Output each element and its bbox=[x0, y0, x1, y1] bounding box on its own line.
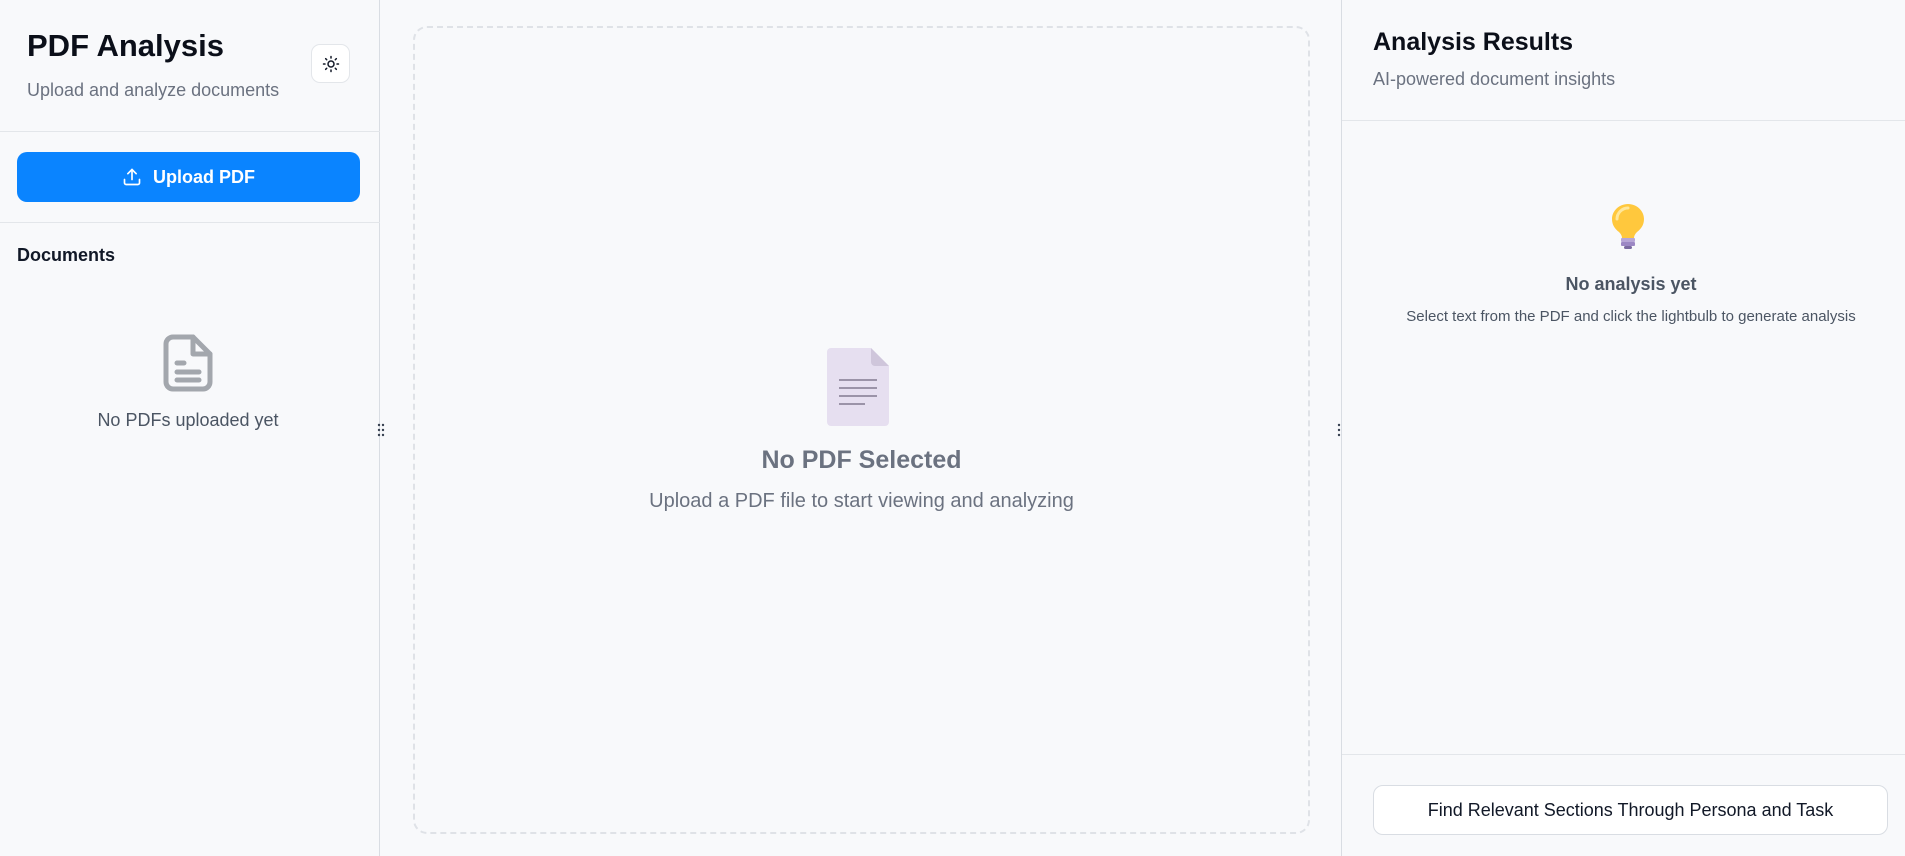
sidebar-header: PDF Analysis Upload and analyze document… bbox=[0, 0, 380, 132]
upload-section: Upload PDF bbox=[0, 132, 380, 223]
lightbulb-icon bbox=[1612, 204, 1644, 249]
viewer-empty-subtitle: Upload a PDF file to start viewing and a… bbox=[649, 490, 1074, 512]
viewer-empty-title: No PDF Selected bbox=[761, 446, 962, 474]
analysis-results-panel: Analysis Results AI-powered document ins… bbox=[1341, 0, 1905, 856]
theme-toggle-button[interactable] bbox=[311, 44, 350, 83]
results-empty-title: No analysis yet bbox=[1565, 274, 1697, 294]
results-footer: Find Relevant Sections Through Persona a… bbox=[1342, 754, 1905, 856]
document-icon bbox=[827, 348, 889, 426]
results-title: Analysis Results bbox=[1373, 28, 1574, 56]
results-empty-text: Select text from the PDF and click the l… bbox=[1406, 308, 1856, 325]
pdf-viewer: No PDF Selected Upload a PDF file to sta… bbox=[381, 0, 1341, 856]
app-title: PDF Analysis bbox=[27, 28, 224, 63]
app-root: PDF Analysis Upload and analyze document… bbox=[0, 0, 1905, 856]
find-sections-persona-button[interactable]: Find Relevant Sections Through Persona a… bbox=[1373, 785, 1888, 835]
app-subtitle: Upload and analyze documents bbox=[27, 80, 280, 100]
sun-icon bbox=[322, 55, 339, 72]
pdf-dropzone[interactable]: No PDF Selected Upload a PDF file to sta… bbox=[413, 26, 1310, 834]
upload-icon bbox=[123, 168, 141, 186]
documents-empty-text: No PDFs uploaded yet bbox=[97, 410, 279, 430]
results-subtitle: AI-powered document insights bbox=[1373, 69, 1616, 89]
documents-heading: Documents bbox=[17, 245, 116, 265]
upload-pdf-button[interactable]: Upload PDF bbox=[17, 152, 360, 202]
results-header: Analysis Results AI-powered document ins… bbox=[1342, 0, 1905, 121]
file-text-icon bbox=[163, 334, 213, 392]
sidebar: PDF Analysis Upload and analyze document… bbox=[0, 0, 380, 856]
upload-pdf-label: Upload PDF bbox=[153, 166, 255, 187]
